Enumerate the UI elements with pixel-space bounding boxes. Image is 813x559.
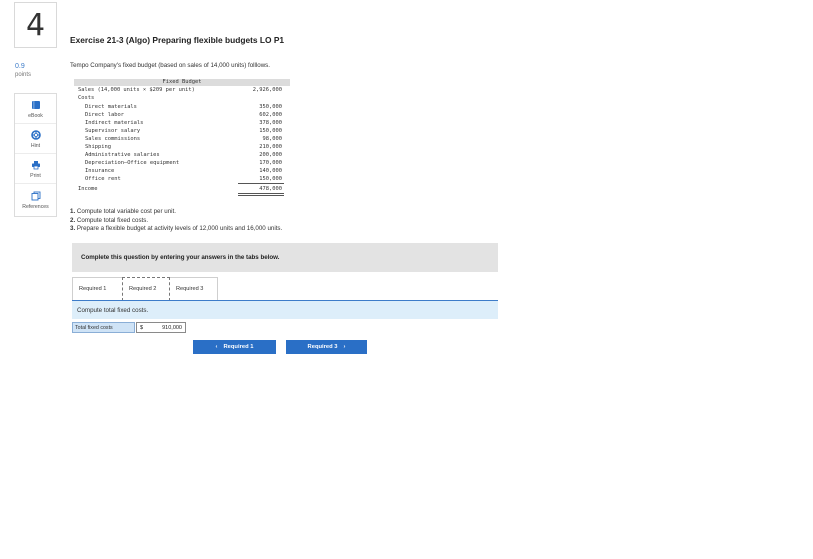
- cost-value: 350,000: [259, 104, 282, 110]
- printer-icon: [31, 159, 41, 171]
- cost-row: Direct labor 602,000: [74, 111, 290, 119]
- instruction-text: Prepare a flexible budget at activity le…: [75, 225, 283, 232]
- print-button[interactable]: Print: [15, 154, 56, 184]
- cost-label: Indirect materials: [85, 120, 144, 126]
- complete-text: Complete this question by entering your …: [81, 254, 280, 261]
- fixed-budget-table: Fixed Budget Sales (14,000 units × $209 …: [74, 79, 290, 197]
- income-value: 478,000: [259, 186, 282, 192]
- cost-value: 378,000: [259, 120, 282, 126]
- next-button-label: Required 3: [307, 344, 338, 350]
- cost-value: 98,000: [262, 136, 282, 142]
- cost-value: 210,000: [259, 144, 282, 150]
- references-label: References: [22, 204, 49, 210]
- previous-required-button[interactable]: ‹ Required 1: [193, 340, 276, 354]
- cost-label: Depreciation—Office equipment: [85, 160, 180, 166]
- points-value: 0.9: [15, 63, 25, 70]
- income-label: Income: [78, 186, 98, 192]
- budget-header: Fixed Budget: [74, 79, 290, 86]
- cost-row: Depreciation—Office equipment 170,000: [74, 159, 290, 167]
- required-tabs: Required 1 Required 2 Required 3: [72, 277, 218, 301]
- cost-row: Supervisor salary 150,000: [74, 127, 290, 135]
- sales-row: Sales (14,000 units × $209 per unit) 2,9…: [74, 86, 290, 94]
- instruction-item: 1. Compute total variable cost per unit.: [70, 208, 282, 217]
- instruction-text: Compute total fixed costs.: [75, 216, 149, 224]
- exercise-title: Exercise 21-3 (Algo) Preparing flexible …: [70, 35, 285, 45]
- sales-value: 2,926,000: [252, 87, 282, 93]
- book-icon: [31, 99, 41, 111]
- lifebuoy-icon: [30, 129, 41, 141]
- complete-instructions-box: Complete this question by entering your …: [72, 243, 498, 272]
- cost-row: Direct materials 350,000: [74, 103, 290, 111]
- cost-value: 170,000: [259, 160, 282, 166]
- cost-row: Administrative salaries 200,000: [74, 151, 290, 159]
- instruction-item: 2. Compute total fixed costs.: [70, 217, 282, 226]
- total-fixed-costs-input[interactable]: $ 910,000: [136, 322, 186, 333]
- costs-heading-row: Costs: [74, 94, 290, 102]
- cost-row: Office rent 150,000: [74, 175, 290, 183]
- cost-label: Supervisor salary: [85, 128, 141, 134]
- hint-label: Hint: [30, 142, 41, 149]
- next-required-button[interactable]: Required 3 ›: [286, 340, 367, 354]
- question-number: 4: [14, 2, 57, 48]
- tab-label: Required 2: [129, 286, 157, 292]
- cost-row: Shipping 210,000: [74, 143, 290, 151]
- cost-label: Direct materials: [85, 104, 137, 110]
- points-display: 0.9 points: [15, 63, 31, 79]
- references-icon: [31, 190, 41, 202]
- currency-symbol: $: [140, 324, 144, 331]
- instruction-text: Compute total variable cost per unit.: [75, 208, 176, 215]
- chevron-right-icon: ›: [343, 344, 346, 350]
- chevron-left-icon: ‹: [215, 344, 218, 350]
- tab-label: Required 3: [176, 286, 204, 292]
- cost-value: 140,000: [259, 168, 282, 174]
- cost-row: Sales commissions 98,000: [74, 135, 290, 143]
- instruction-item: 3. Prepare a flexible budget at activity…: [70, 225, 282, 234]
- cost-value: 200,000: [259, 152, 282, 158]
- tab-required-1[interactable]: Required 1: [72, 277, 122, 301]
- total-rule: [238, 183, 284, 184]
- answer-label: Total fixed costs: [75, 324, 113, 331]
- costs-label: Costs: [78, 95, 95, 101]
- tab-label: Required 1: [79, 286, 107, 292]
- cost-value: 602,000: [259, 112, 282, 118]
- ebook-label: eBook: [28, 112, 43, 119]
- ebook-button[interactable]: eBook: [15, 94, 56, 124]
- task-text: Compute total fixed costs.: [77, 306, 149, 314]
- sales-label: Sales (14,000 units × $209 per unit): [78, 87, 195, 93]
- income-row: Income 478,000: [74, 185, 290, 193]
- hint-button[interactable]: Hint: [15, 124, 56, 154]
- answer-value: 910,000: [162, 324, 182, 331]
- answer-row: Total fixed costs $ 910,000: [72, 322, 186, 333]
- instructions-list: 1. Compute total variable cost per unit.…: [70, 208, 282, 234]
- cost-row: Indirect materials 378,000: [74, 119, 290, 127]
- tool-panel: eBook Hint Print References: [14, 93, 57, 217]
- cost-label: Shipping: [85, 144, 111, 150]
- task-prompt: Compute total fixed costs.: [72, 301, 498, 319]
- cost-value: 150,000: [259, 176, 282, 182]
- print-label: Print: [30, 172, 41, 179]
- references-button[interactable]: References: [15, 184, 56, 216]
- double-underline: [238, 193, 284, 196]
- cost-value: 150,000: [259, 128, 282, 134]
- cost-row: Insurance 140,000: [74, 167, 290, 175]
- cost-label: Insurance: [85, 168, 115, 174]
- cost-label: Sales commissions: [85, 136, 141, 142]
- cost-label: Office rent: [85, 176, 121, 182]
- prev-button-label: Required 1: [223, 344, 254, 350]
- cost-label: Direct labor: [85, 112, 124, 118]
- total-fixed-costs-label: Total fixed costs: [72, 322, 135, 333]
- cost-label: Administrative salaries: [85, 152, 160, 158]
- tab-required-2[interactable]: Required 2: [122, 277, 170, 301]
- tab-required-3[interactable]: Required 3: [170, 277, 218, 301]
- points-label: points: [15, 72, 32, 78]
- intro-text: Tempo Company's fixed budget (based on s…: [70, 62, 270, 69]
